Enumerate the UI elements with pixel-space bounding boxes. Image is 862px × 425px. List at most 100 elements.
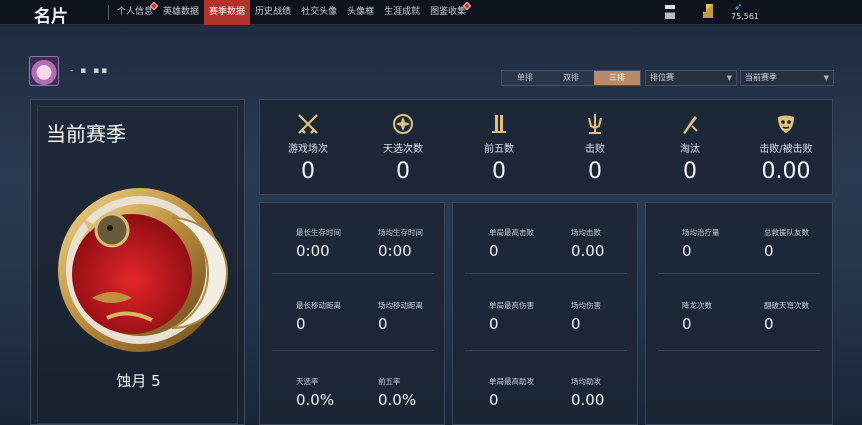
survival-stats-panel: 最长生存时间 0:00 场均生存时间 0:00 最长移动距离 0 场均移动距离 … xyxy=(259,202,445,425)
stat-value: 0.0% xyxy=(296,391,335,409)
tab-season-data[interactable]: 赛季数据 xyxy=(204,0,251,25)
stat-value: 0.00 xyxy=(571,242,605,260)
stat-max-defeats: 单局最高击败 0 xyxy=(489,227,571,260)
tab-label: 生涯成就 xyxy=(384,7,421,17)
row-divider xyxy=(658,350,820,351)
stat-label: 击败 xyxy=(585,144,605,155)
currency-value: 75,561 xyxy=(731,12,759,21)
row-divider xyxy=(272,273,434,274)
stat-value: 0 xyxy=(764,315,774,333)
stat-value: 0 xyxy=(588,159,602,184)
crossed-swords-icon xyxy=(298,114,318,134)
summary-stats-panel: 游戏场次 0 天选次数 0 前五数 0 击败 0 淘汰 0 击败/被击败 0.0… xyxy=(259,99,833,195)
stat-top-five: 前五数 0 xyxy=(451,112,547,184)
tab-label: 个人信息 xyxy=(117,7,154,17)
season-title: 当前赛季 xyxy=(46,122,126,146)
stat-value: 0 xyxy=(764,242,774,260)
stat-label: 游戏场次 xyxy=(288,144,328,155)
avatar[interactable] xyxy=(29,56,59,86)
stat-label: 天选率 xyxy=(296,377,319,386)
currency-silver-icon xyxy=(665,5,675,19)
top-nav-bar: 名片 个人信息 英雄数据 赛季数据 历史战绩 社交头像 头像框 生涯成就 图鉴收… xyxy=(0,0,862,27)
stat-label: 前五数 xyxy=(484,144,514,155)
mode-duo-button[interactable]: 双排 xyxy=(548,71,594,85)
stat-label: 单局最高伤害 xyxy=(489,301,534,310)
row-divider xyxy=(465,350,627,351)
row-divider xyxy=(658,273,820,274)
stat-value: 0 xyxy=(683,159,697,184)
tab-match-history[interactable]: 历史战绩 xyxy=(250,0,296,25)
season-select[interactable]: 当前赛季 ▼ xyxy=(740,70,834,86)
player-name: - ▪ ▪▪ xyxy=(70,66,110,76)
mode-selector: 单排 双排 三排 xyxy=(501,70,641,86)
stat-defeats: 击败 0 xyxy=(547,112,643,184)
nav-separator xyxy=(108,5,109,20)
mode-solo-button[interactable]: 单排 xyxy=(502,71,548,85)
stat-avg-damage: 场均伤害 0 xyxy=(571,300,653,333)
combat-stats-panel: 单局最高击败 0 场均击败 0.00 单局最高伤害 0 场均伤害 0 单局最高助… xyxy=(452,202,638,425)
stat-value: 0 xyxy=(571,315,581,333)
pillars-icon xyxy=(492,115,506,133)
mode-trio-button[interactable]: 三排 xyxy=(594,71,640,85)
season-select-value: 当前赛季 xyxy=(745,73,777,82)
stat-label: 最长生存时间 xyxy=(296,228,341,237)
page-title: 名片 xyxy=(34,7,68,27)
stat-max-damage: 单局最高伤害 0 xyxy=(489,300,571,333)
tab-label: 头像框 xyxy=(347,7,375,17)
stat-longest-survival: 最长生存时间 0:00 xyxy=(296,227,378,260)
stat-label: 前五率 xyxy=(378,377,401,386)
rank-emblem-icon xyxy=(58,188,228,352)
tab-label: 英雄数据 xyxy=(163,7,200,17)
queue-select[interactable]: 排位赛 ▼ xyxy=(645,70,737,86)
stat-value: 0 xyxy=(489,391,499,409)
tab-label: 赛季数据 xyxy=(209,7,246,17)
tab-label: 图鉴收集 xyxy=(430,7,467,17)
broken-blade-icon xyxy=(683,116,698,134)
stat-value: 0 xyxy=(489,242,499,260)
stat-label: 场均治疗量 xyxy=(682,228,720,237)
chevron-down-icon: ▼ xyxy=(823,74,829,82)
row-divider xyxy=(465,273,627,274)
stat-avg-survival: 场均生存时间 0:00 xyxy=(378,227,460,260)
stat-label: 单局最高助攻 xyxy=(489,377,534,386)
support-stats-panel: 场均治疗量 0 总救援队友数 0 降龙次数 0 翻破天穹次数 0 xyxy=(645,202,833,425)
nav-tabs: 个人信息 英雄数据 赛季数据 历史战绩 社交头像 头像框 生涯成就 图鉴收集 xyxy=(112,0,472,25)
stat-label: 场均伤害 xyxy=(571,301,601,310)
stat-label: 场均移动距离 xyxy=(378,301,423,310)
stat-label: 天选次数 xyxy=(383,144,423,155)
tab-social-avatar[interactable]: 社交头像 xyxy=(296,0,342,25)
trident-icon xyxy=(588,114,602,134)
tab-avatar-frame[interactable]: 头像框 xyxy=(342,0,379,25)
stat-value: 0 xyxy=(296,315,306,333)
stat-label: 翻破天穹次数 xyxy=(764,301,809,310)
tab-collection[interactable]: 图鉴收集 xyxy=(425,0,472,25)
tab-hero-data[interactable]: 英雄数据 xyxy=(158,0,204,25)
stat-label: 最长移动距离 xyxy=(296,301,341,310)
stat-value: 0 xyxy=(682,242,692,260)
stat-value: 0 xyxy=(492,159,506,184)
stat-value: 0 xyxy=(682,315,692,333)
currency-gold-icon xyxy=(703,4,713,18)
queue-select-value: 排位赛 xyxy=(650,73,674,82)
stat-value: 0 xyxy=(378,315,388,333)
stat-chosen-count: 天选次数 0 xyxy=(355,112,451,184)
stat-value: 0.00 xyxy=(761,159,811,184)
stat-max-assists: 单局最高助攻 0 xyxy=(489,376,571,409)
chevron-down-icon: ▼ xyxy=(726,74,732,82)
stat-avg-distance: 场均移动距离 0 xyxy=(378,300,460,333)
season-rank-panel: 当前赛季 蚀月 5 xyxy=(30,99,245,425)
stat-sky-breaks: 翻破天穹次数 0 xyxy=(764,300,846,333)
stat-value: 0.00 xyxy=(571,391,605,409)
row-divider xyxy=(272,350,434,351)
stat-longest-distance: 最长移动距离 0 xyxy=(296,300,378,333)
stat-top-five-rate: 前五率 0.0% xyxy=(378,376,460,409)
stat-eliminations: 淘汰 0 xyxy=(642,112,738,184)
tab-label: 社交头像 xyxy=(301,7,338,17)
stat-chosen-rate: 天选率 0.0% xyxy=(296,376,378,409)
tab-career-achievements[interactable]: 生涯成就 xyxy=(379,0,425,25)
stat-label: 场均击败 xyxy=(571,228,601,237)
stat-avg-assists: 场均助攻 0.00 xyxy=(571,376,653,409)
tab-personal-info[interactable]: 个人信息 xyxy=(112,0,159,25)
stat-value: 0 xyxy=(489,315,499,333)
mask-icon xyxy=(778,115,794,133)
